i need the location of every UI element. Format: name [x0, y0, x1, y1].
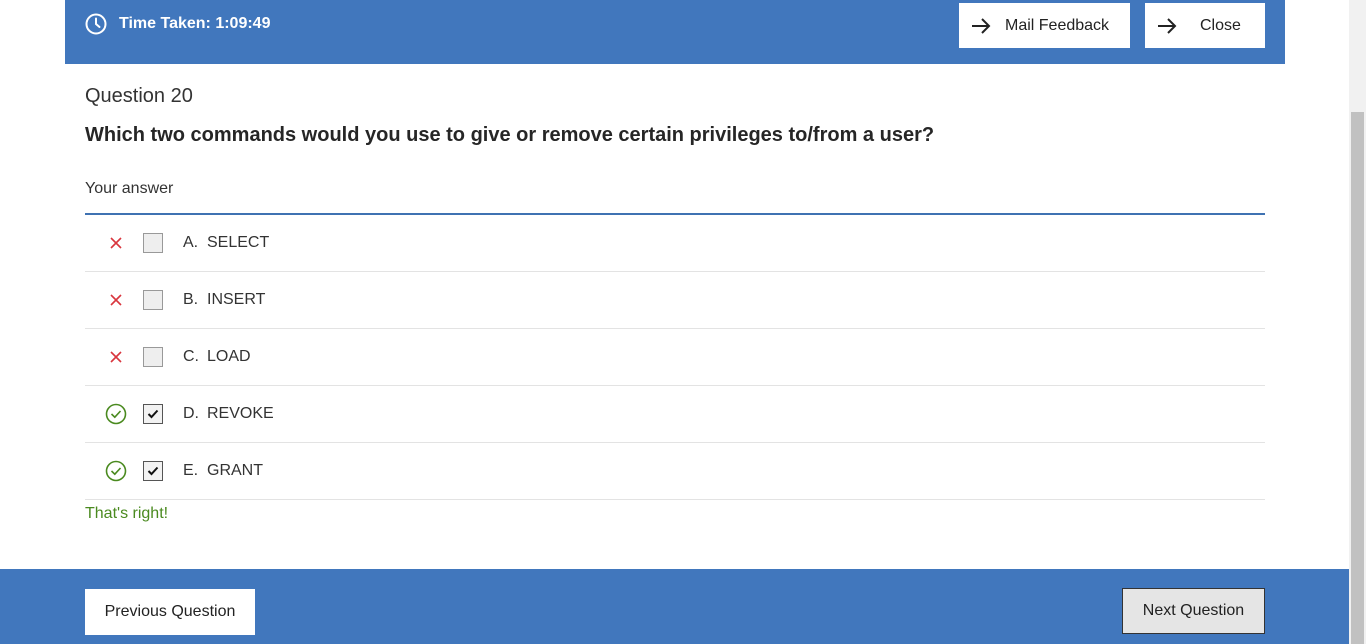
incorrect-x-icon [105, 346, 127, 368]
answer-option-a: A. SELECT [85, 215, 1265, 272]
your-answer-label: Your answer [85, 180, 174, 197]
answer-checkbox-b[interactable] [143, 290, 163, 310]
option-letter: C. [183, 348, 199, 365]
answer-checkbox-e[interactable] [143, 461, 163, 481]
incorrect-x-icon [105, 232, 127, 254]
answer-option-c: C. LOAD [85, 329, 1265, 386]
correct-check-circle-icon [105, 460, 127, 482]
mail-feedback-button[interactable]: Mail Feedback [959, 3, 1130, 48]
answer-option-b: B. INSERT [85, 272, 1265, 329]
close-button[interactable]: Close [1145, 3, 1265, 48]
previous-question-button[interactable]: Previous Question [85, 589, 255, 635]
incorrect-x-icon [105, 289, 127, 311]
answer-list: A. SELECT B. INSERT C. LOAD D. REVOKE E.… [85, 213, 1265, 500]
correct-check-circle-icon [105, 403, 127, 425]
option-letter: D. [183, 405, 199, 422]
option-text: INSERT [207, 291, 266, 308]
timer-text: Time Taken: 1:09:49 [119, 15, 271, 32]
feedback-message: That's right! [85, 505, 169, 522]
option-text: REVOKE [207, 405, 274, 422]
next-question-button[interactable]: Next Question [1122, 588, 1265, 634]
footer-bar: Previous Question Next Question [0, 569, 1349, 644]
question-number: Question 20 [85, 85, 193, 107]
answer-option-e: E. GRANT [85, 443, 1265, 500]
header-bar: Time Taken: 1:09:49 Mail Feedback Close [65, 0, 1285, 64]
option-text: SELECT [207, 234, 270, 251]
checkmark-icon [147, 409, 159, 419]
option-text: LOAD [207, 348, 251, 365]
arrow-right-icon [971, 17, 991, 34]
answer-option-d: D. REVOKE [85, 386, 1265, 443]
checkmark-icon [147, 466, 159, 476]
vertical-scrollbar[interactable] [1349, 0, 1366, 644]
answer-checkbox-c[interactable] [143, 347, 163, 367]
arrow-right-icon [1157, 17, 1177, 34]
question-text: Which two commands would you use to give… [85, 124, 935, 146]
timer: Time Taken: 1:09:49 [85, 13, 270, 35]
close-label: Close [1200, 16, 1241, 34]
mail-feedback-label: Mail Feedback [1005, 16, 1110, 34]
answer-checkbox-d[interactable] [143, 404, 163, 424]
option-text: GRANT [207, 462, 263, 479]
option-letter: B. [183, 291, 199, 308]
quiz-page: Time Taken: 1:09:49 Mail Feedback Close … [0, 0, 1366, 644]
clock-icon [85, 13, 107, 35]
answer-checkbox-a[interactable] [143, 233, 163, 253]
scrollbar-thumb[interactable] [1351, 112, 1364, 644]
option-letter: A. [183, 234, 199, 251]
option-letter: E. [183, 462, 199, 479]
